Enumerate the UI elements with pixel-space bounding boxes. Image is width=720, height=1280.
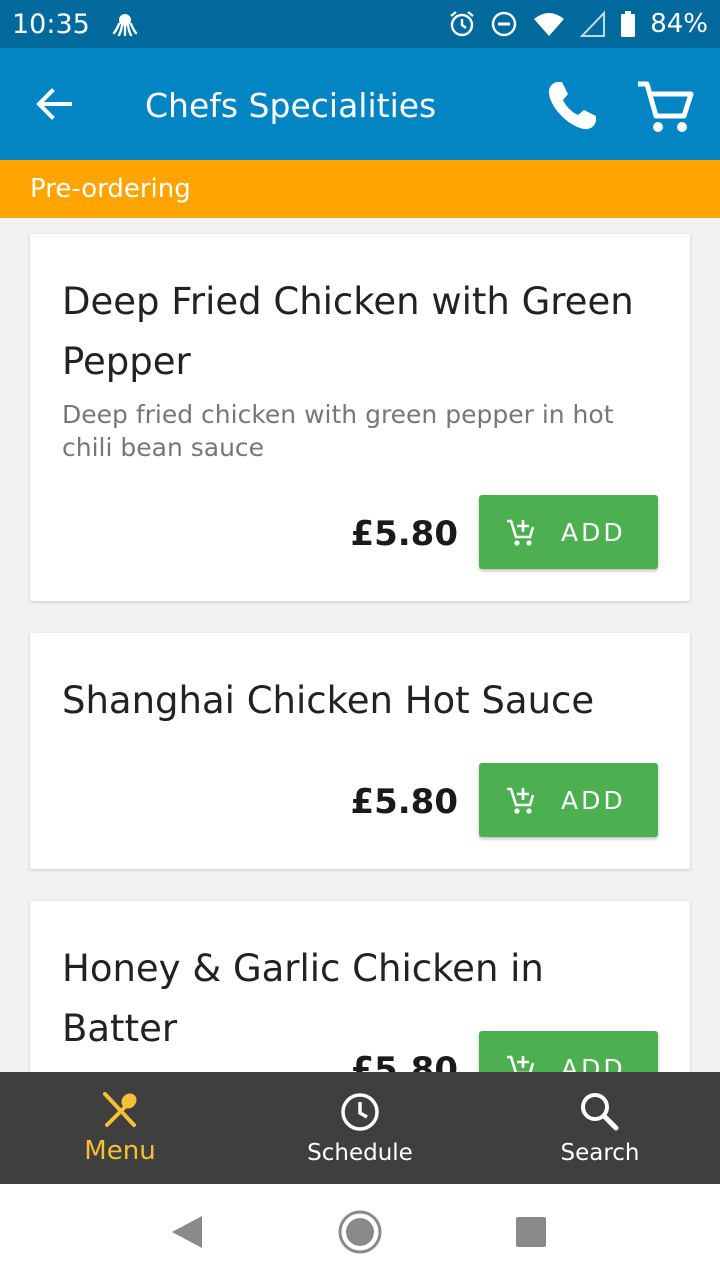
app-bar: Chefs Specialities [0,48,720,160]
cutlery-icon [103,1092,137,1127]
do-not-disturb-icon [492,11,517,37]
nav-item-schedule[interactable]: Schedule [240,1072,480,1184]
nav-label-menu: Menu [84,1136,156,1166]
add-to-cart-button[interactable]: ADD [479,495,658,569]
battery-icon [621,11,636,37]
add-button-label: ADD [561,1053,626,1073]
menu-item-price: £5.80 [350,514,458,554]
add-button-label: ADD [561,785,626,815]
alarm-icon [450,11,474,37]
bottom-navigation: Menu Schedule Search [0,1072,720,1184]
add-button-label: ADD [561,517,626,547]
signal-icon [580,10,606,37]
menu-item-card: Shanghai Chicken Hot Sauce £5.80 ADD [30,633,690,869]
status-time: 10:35 [12,8,90,40]
octopus-icon [112,14,138,37]
add-to-cart-button[interactable]: ADD [479,1031,658,1072]
nav-label-schedule: Schedule [307,1140,413,1166]
menu-item-description: Deep fried chicken with green pepper in … [62,400,614,462]
menu-item-card: Deep Fried Chicken with Green Pepper Dee… [30,234,690,601]
menu-item-name: Shanghai Chicken Hot Sauce [62,679,595,722]
shopping-cart-icon[interactable] [636,78,694,136]
system-back-icon[interactable] [170,1214,204,1250]
back-arrow-icon[interactable] [34,84,74,124]
menu-item-price: £5.80 [350,1050,458,1072]
battery-percentage: 84% [650,9,708,39]
add-to-cart-button[interactable]: ADD [479,763,658,837]
add-cart-icon [507,1055,535,1072]
status-bar: 10:35 84% [0,0,720,48]
add-cart-icon [507,787,535,814]
preordering-banner: Pre-ordering [0,160,720,218]
system-navigation-bar [0,1184,720,1280]
menu-item-card: Honey & Garlic Chicken in Batter £5.80 A… [30,901,690,1072]
nav-item-menu[interactable]: Menu [0,1072,240,1184]
menu-item-name: Deep Fried Chicken with Green Pepper [62,280,634,383]
clock-icon [341,1093,379,1131]
page-title: Chefs Specialities [145,86,437,125]
system-recents-icon[interactable] [515,1216,547,1248]
menu-list[interactable]: Deep Fried Chicken with Green Pepper Dee… [0,218,720,1072]
system-home-icon[interactable] [337,1209,383,1255]
search-icon [581,1093,619,1131]
menu-item-price: £5.80 [350,782,458,822]
add-cart-icon [507,519,535,546]
wifi-icon [534,13,565,36]
nav-label-search: Search [560,1140,640,1166]
phone-icon[interactable] [544,78,600,134]
nav-item-search[interactable]: Search [480,1072,720,1184]
